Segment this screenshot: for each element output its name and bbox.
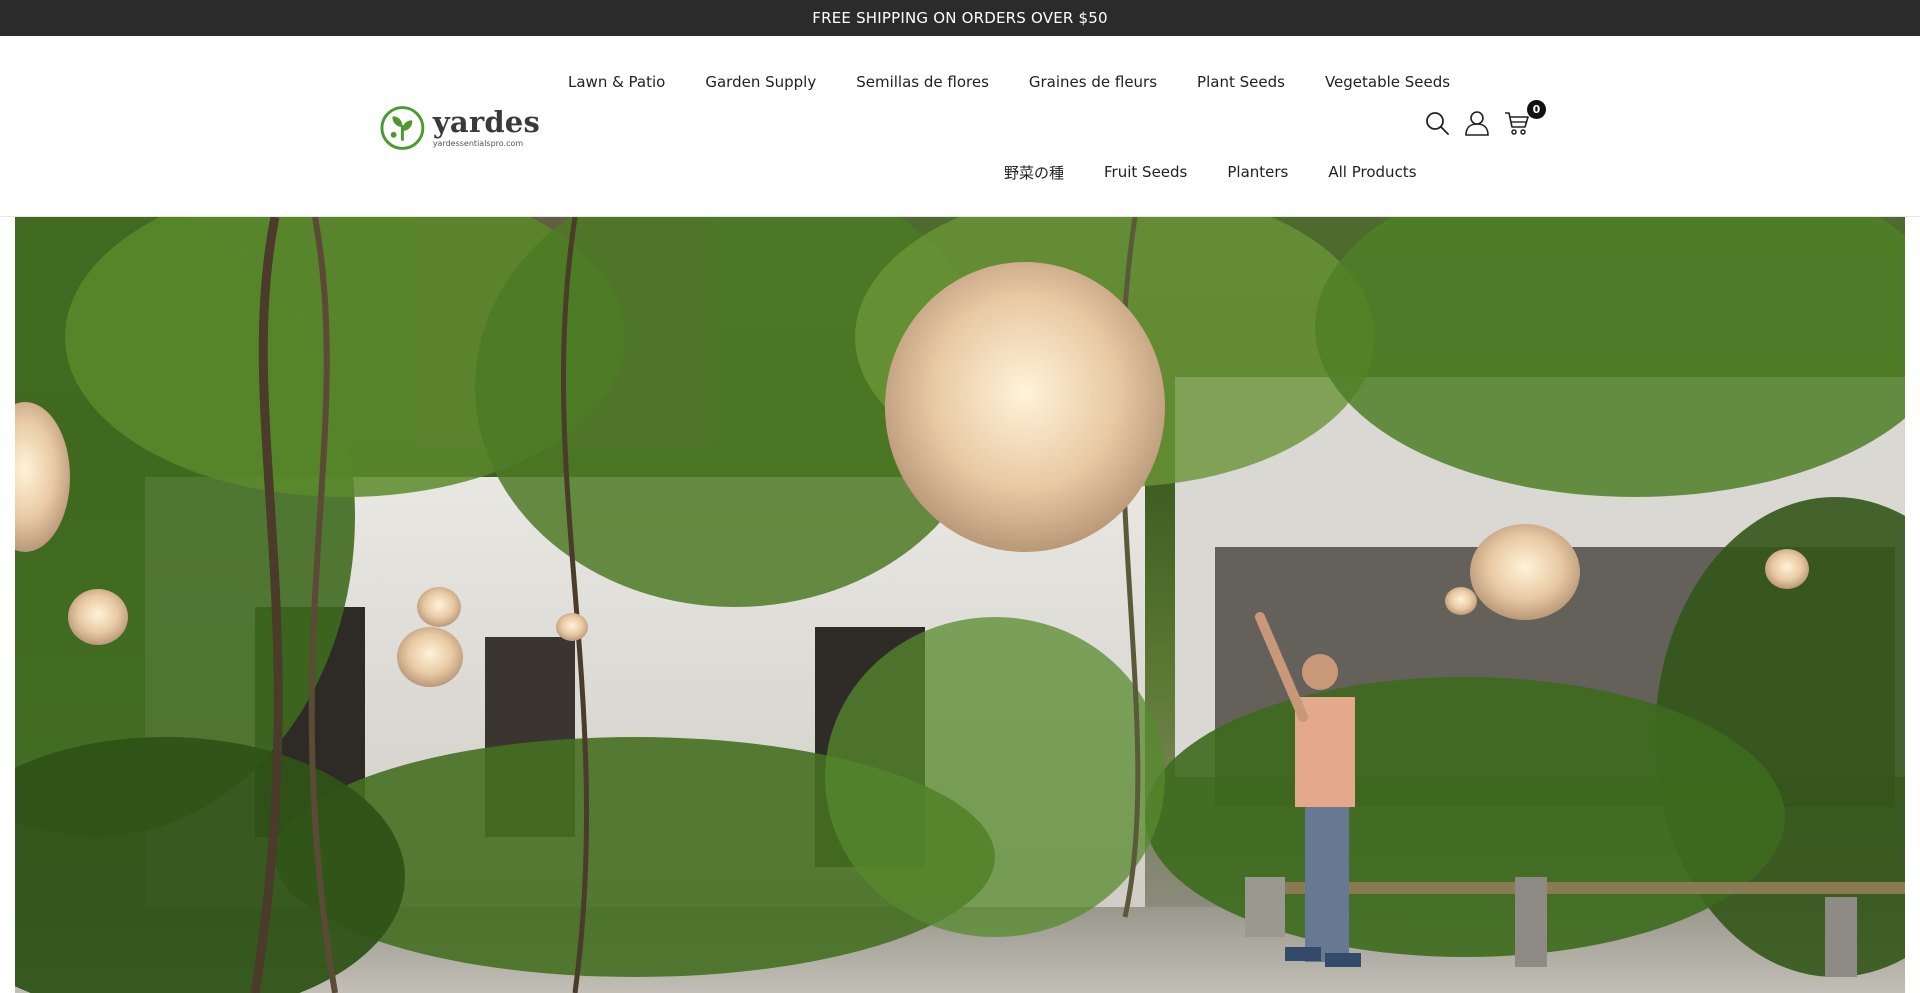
hero-banner-image[interactable] [15, 217, 1905, 993]
nav-item-fruit-seeds[interactable]: Fruit Seeds [1084, 160, 1207, 184]
nav-item-all-products[interactable]: All Products [1308, 160, 1436, 184]
cart-count-badge: 0 [1527, 100, 1546, 119]
logo-mark-icon [380, 106, 425, 150]
nav-item-semillas-de-flores[interactable]: Semillas de flores [836, 70, 1009, 94]
cart-button[interactable]: 0 [1504, 100, 1546, 136]
nav-item-plant-seeds[interactable]: Plant Seeds [1177, 70, 1305, 94]
nav-item-garden-supply[interactable]: Garden Supply [685, 70, 836, 94]
search-icon [1426, 112, 1449, 135]
announcement-text: FREE SHIPPING ON ORDERS OVER $50 [812, 9, 1108, 27]
account-button[interactable] [1464, 110, 1490, 136]
user-icon [1465, 111, 1489, 136]
main-nav-top: Lawn & Patio Garden Supply Semillas de f… [548, 70, 1470, 94]
nav-item-graines-de-fleurs[interactable]: Graines de fleurs [1009, 70, 1177, 94]
cart-icon [1505, 112, 1529, 135]
site-logo[interactable]: yardes yardessentialspro.com [380, 102, 540, 154]
main-nav-bottom: 野菜の種 Fruit Seeds Planters All Products [984, 160, 1437, 184]
header-tools: 0 [1424, 100, 1546, 136]
nav-item-vegetable-seeds[interactable]: Vegetable Seeds [1305, 70, 1470, 94]
nav-item-planters[interactable]: Planters [1207, 160, 1308, 184]
nav-item-lawn-patio[interactable]: Lawn & Patio [548, 70, 685, 94]
site-header: yardes yardessentialspro.com Lawn & Pati… [0, 36, 1920, 217]
nav-item-yasai-no-tane[interactable]: 野菜の種 [984, 160, 1084, 184]
search-button[interactable] [1424, 110, 1450, 136]
hero-garden-scene [15, 217, 1905, 993]
logo-name: yardes [432, 105, 540, 139]
announcement-bar: FREE SHIPPING ON ORDERS OVER $50 [0, 0, 1920, 36]
logo-domain: yardessentialspro.com [432, 139, 524, 148]
